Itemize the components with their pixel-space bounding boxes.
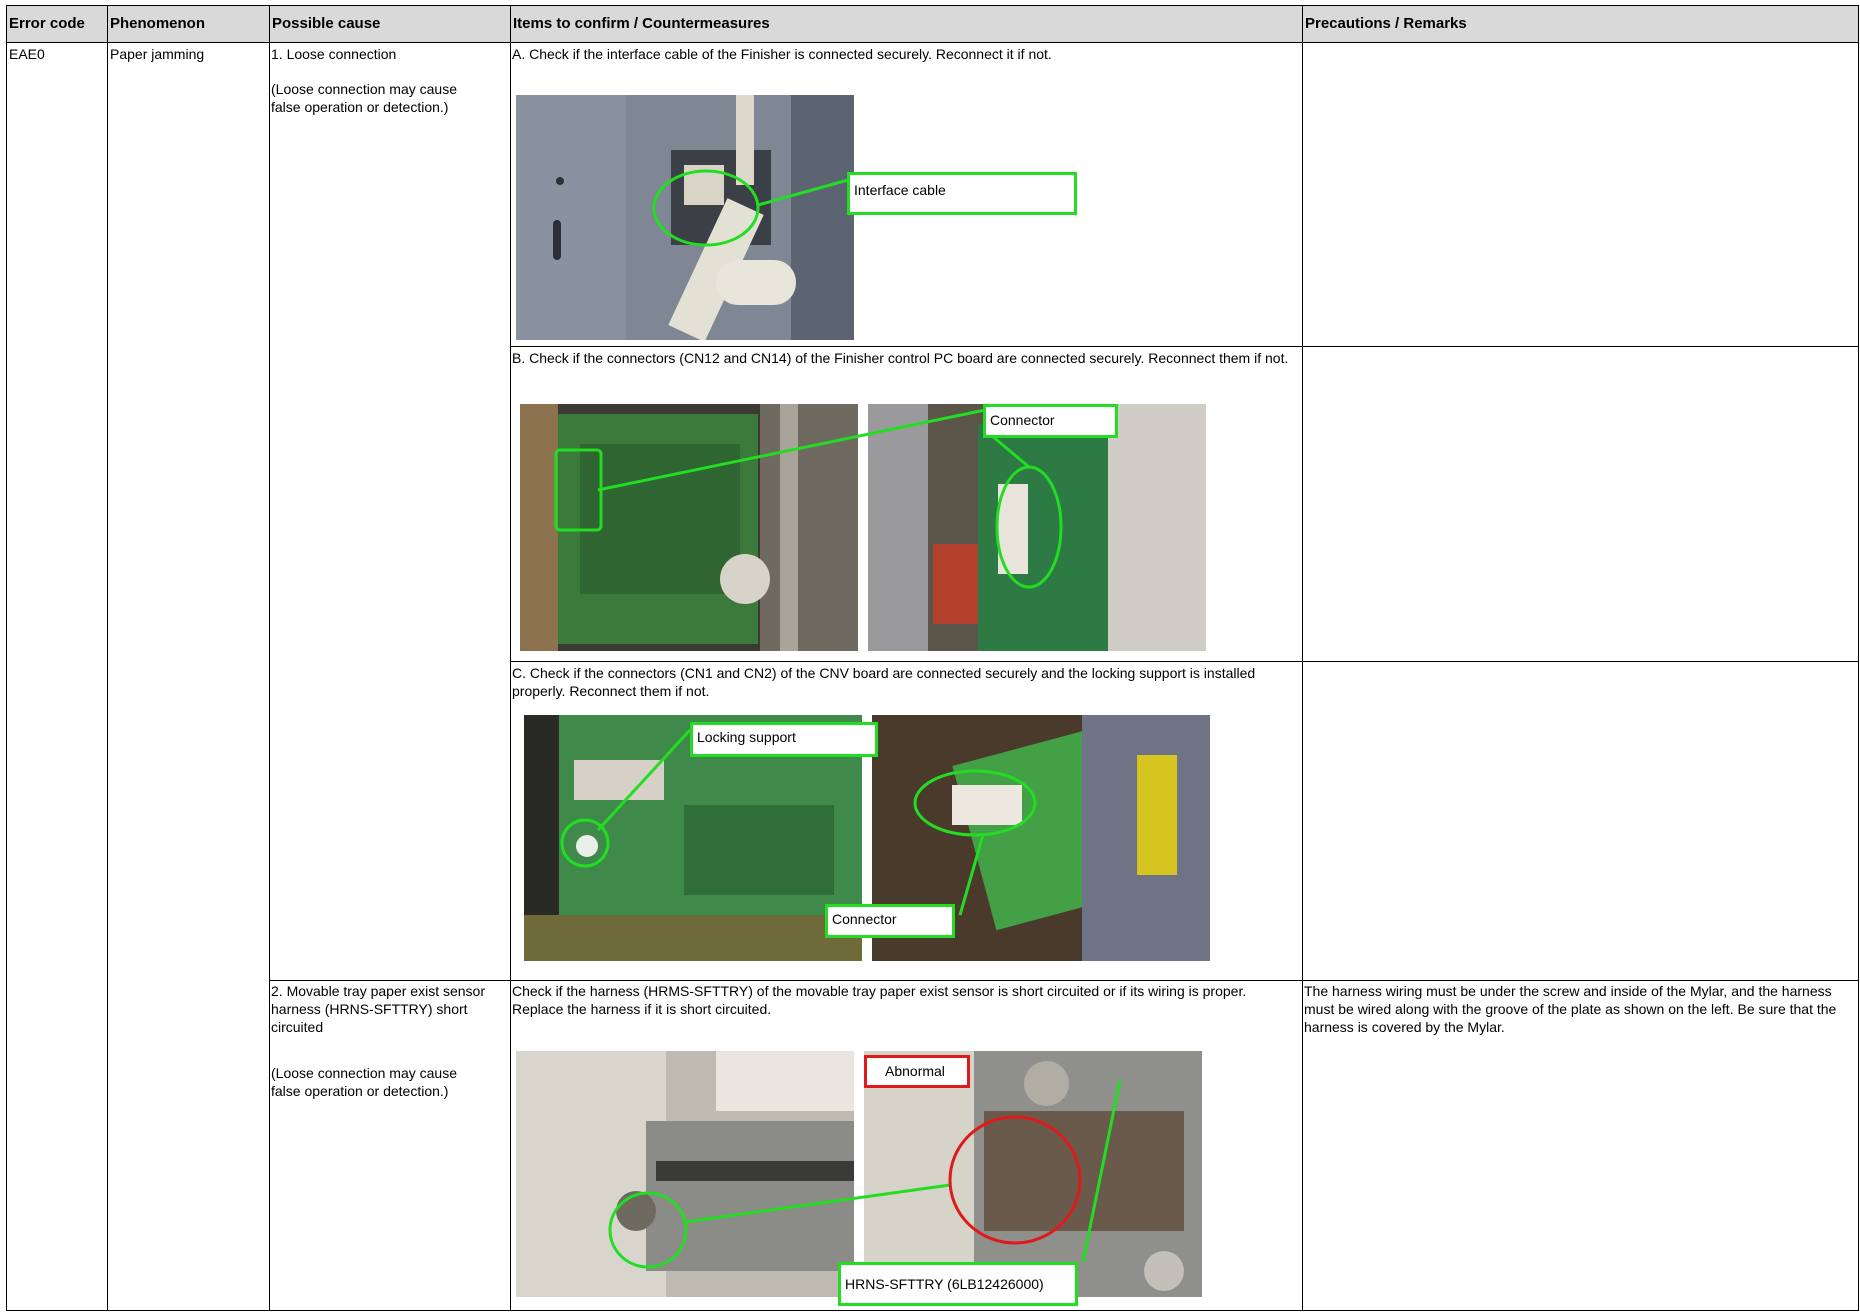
header-remarks: Precautions / Remarks (1302, 6, 1858, 42)
header-possible-cause: Possible cause (269, 6, 510, 42)
col-divider-2 (269, 5, 270, 1311)
row-divider-a-b (510, 346, 1858, 347)
header-countermeasures: Items to confirm / Countermeasures (510, 6, 1302, 42)
remarks-d-text: The harness wiring must be under the scr… (1304, 983, 1837, 1035)
row-divider-c-d (269, 980, 1858, 981)
callout-abnormal: Abnormal (864, 1055, 970, 1088)
cause-1-note: (Loose connection may cause false operat… (271, 81, 457, 115)
header-error-code: Error code (6, 6, 107, 42)
photo-interface-cable (516, 95, 854, 340)
check-b-text: B. Check if the connectors (CN12 and CN1… (512, 350, 1289, 366)
photo-finisher-board-1 (520, 404, 858, 651)
col-divider-1 (107, 5, 108, 1311)
table-border-left (6, 5, 7, 1311)
photo-finisher-board-2 (868, 404, 1206, 651)
callout-interface-cable: Interface cable (847, 172, 1077, 215)
row-divider-b-c (510, 661, 1858, 662)
error-code-value: EAE0 (9, 46, 45, 62)
callout-connector-c: Connector (825, 904, 955, 938)
col-divider-4 (1302, 5, 1303, 1311)
check-c-text: C. Check if the connectors (CN1 and CN2)… (512, 665, 1256, 699)
callout-harness-part-number: HRNS-SFTTRY (6LB12426000) (838, 1262, 1078, 1306)
photo-harness-1 (516, 1051, 854, 1297)
col-divider-3 (510, 5, 511, 1311)
check-a-text: A. Check if the interface cable of the F… (512, 46, 1052, 62)
table-border-bottom (6, 1310, 1858, 1311)
cause-2-title: 2. Movable tray paper exist sensor harne… (271, 983, 485, 1035)
check-d-text: Check if the harness (HRMS-SFTTRY) of th… (512, 983, 1247, 1017)
header-divider (6, 42, 1858, 43)
table-border-top (6, 5, 1858, 6)
table-border-right (1858, 5, 1859, 1311)
callout-locking-support: Locking support (690, 722, 878, 757)
phenomenon-value: Paper jamming (110, 46, 205, 62)
cause-2-note: (Loose connection may cause false operat… (271, 1065, 457, 1099)
callout-connector-b: Connector (983, 404, 1118, 438)
header-phenomenon: Phenomenon (107, 6, 269, 42)
cause-1-title: 1. Loose connection (271, 46, 397, 62)
